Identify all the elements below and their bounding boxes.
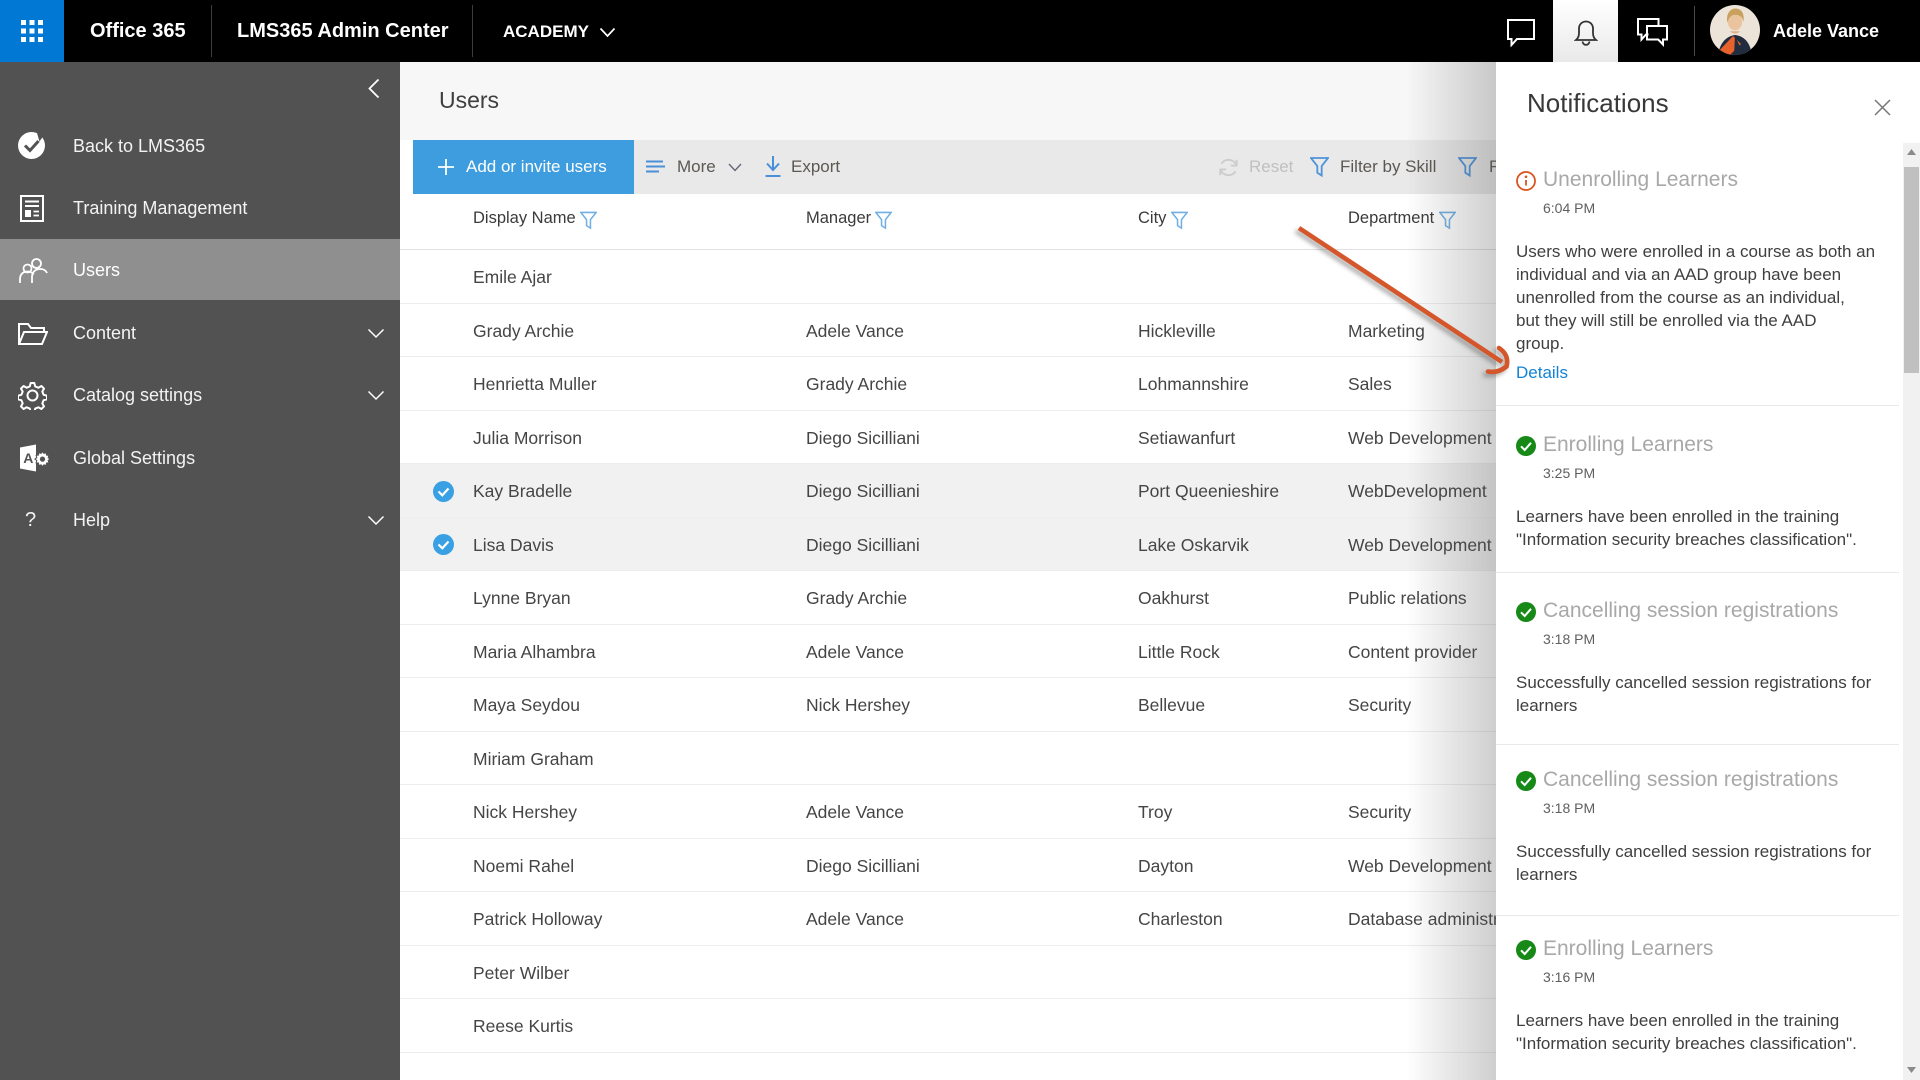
svg-text:A: A bbox=[23, 450, 33, 466]
